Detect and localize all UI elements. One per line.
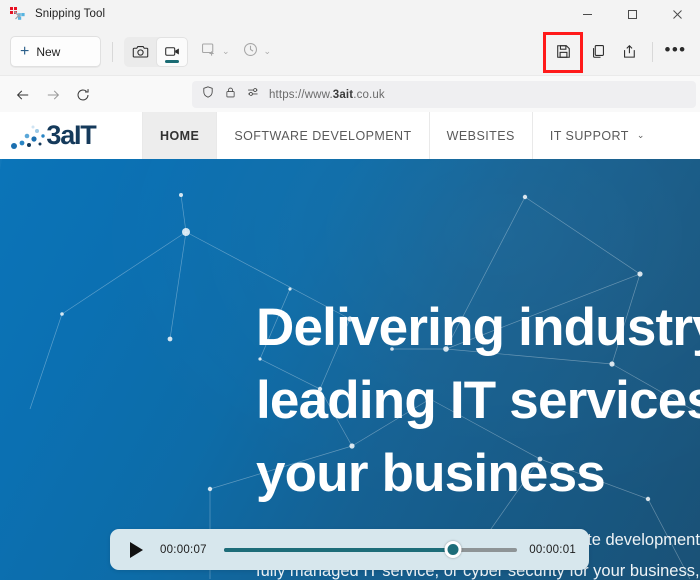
nav-item-websites[interactable]: WEBSITES [428, 112, 532, 159]
nav-item-label: SOFTWARE DEVELOPMENT [234, 128, 412, 143]
elapsed-time-label: 00:00:07 [160, 543, 207, 556]
nav-item-label: IT SUPPORT [549, 128, 629, 143]
new-snip-button[interactable]: + New [10, 36, 101, 67]
new-snip-label: New [36, 44, 61, 59]
nav-item-label: HOME [160, 128, 200, 143]
more-options-button[interactable]: ••• [660, 36, 691, 67]
snipping-toolbar: + New ⌄ ⌄ ••• [0, 28, 700, 75]
site-permissions-icon[interactable] [246, 85, 260, 104]
capture-mode-group [124, 36, 188, 67]
reload-button[interactable] [68, 81, 98, 109]
hero-banner: Delivering industry leading IT services … [0, 159, 700, 580]
url-input[interactable]: https://www.3ait.co.uk [192, 81, 696, 108]
toolbar-right-actions: ••• [543, 28, 691, 75]
hero-heading-line-3: your business [256, 444, 606, 504]
video-playback-controls: 00:00:07 00:00:01 [110, 529, 589, 570]
app-title: Snipping Tool [35, 8, 106, 20]
hero-heading: Delivering industry leading IT services … [256, 159, 700, 510]
remaining-time-label: 00:00:01 [529, 543, 576, 556]
nav-item-label: WEBSITES [446, 128, 515, 143]
shield-icon[interactable] [201, 85, 215, 104]
toolbar-divider [112, 41, 113, 62]
title-bar: Snipping Tool [0, 0, 700, 28]
delay-dropdown[interactable]: ⌄ [242, 37, 272, 67]
hero-heading-line-1: Delivering industry [256, 298, 700, 357]
logo-particles-icon [10, 124, 56, 157]
snip-mode-dropdown[interactable]: ⌄ [200, 37, 230, 67]
snip-scissors-icon [9, 6, 26, 23]
play-button[interactable] [119, 541, 153, 558]
toolbar-right-divider [652, 41, 653, 62]
forward-button[interactable] [38, 81, 68, 109]
site-logo[interactable]: 3aIT [0, 112, 142, 159]
url-text: https://www.3ait.co.uk [269, 88, 385, 101]
copy-button[interactable] [583, 36, 614, 67]
website-navigation: 3aIT HOME SOFTWARE DEVELOPMENT WEBSITES … [0, 112, 700, 159]
video-record-mode-button[interactable] [156, 36, 188, 67]
share-button[interactable] [614, 36, 645, 67]
slider-fill [223, 547, 453, 552]
rectangle-snip-icon [200, 41, 217, 63]
lock-icon[interactable] [224, 86, 237, 104]
browser-address-bar: https://www.3ait.co.uk [0, 75, 700, 113]
plus-icon: + [20, 42, 30, 60]
chevron-down-icon: ⌄ [636, 130, 645, 140]
play-icon [129, 541, 143, 558]
chevron-down-icon: ⌄ [222, 46, 230, 56]
playback-progress-slider[interactable] [223, 541, 518, 558]
nav-item-it-support[interactable]: IT SUPPORT ⌄ [531, 112, 662, 159]
save-button[interactable] [543, 31, 583, 73]
hero-heading-line-2: leading IT services for [256, 371, 700, 431]
back-button[interactable] [8, 81, 38, 109]
window-controls [565, 0, 700, 28]
close-button[interactable] [655, 0, 700, 28]
ellipsis-icon: ••• [664, 40, 687, 59]
chevron-down-icon: ⌄ [263, 46, 272, 56]
nav-item-software-development[interactable]: SOFTWARE DEVELOPMENT [216, 112, 428, 159]
snipping-tool-window: Snipping Tool + New ⌄ ⌄ ••• https://www.… [0, 0, 700, 580]
minimize-button[interactable] [565, 0, 610, 28]
slider-thumb[interactable] [444, 541, 462, 558]
screenshot-mode-button[interactable] [124, 37, 156, 67]
clock-icon [242, 41, 259, 63]
hero-content: Delivering industry leading IT services … [256, 159, 700, 580]
title-bar-left: Snipping Tool [0, 6, 105, 23]
nav-item-home[interactable]: HOME [142, 112, 217, 159]
maximize-button[interactable] [610, 0, 655, 28]
